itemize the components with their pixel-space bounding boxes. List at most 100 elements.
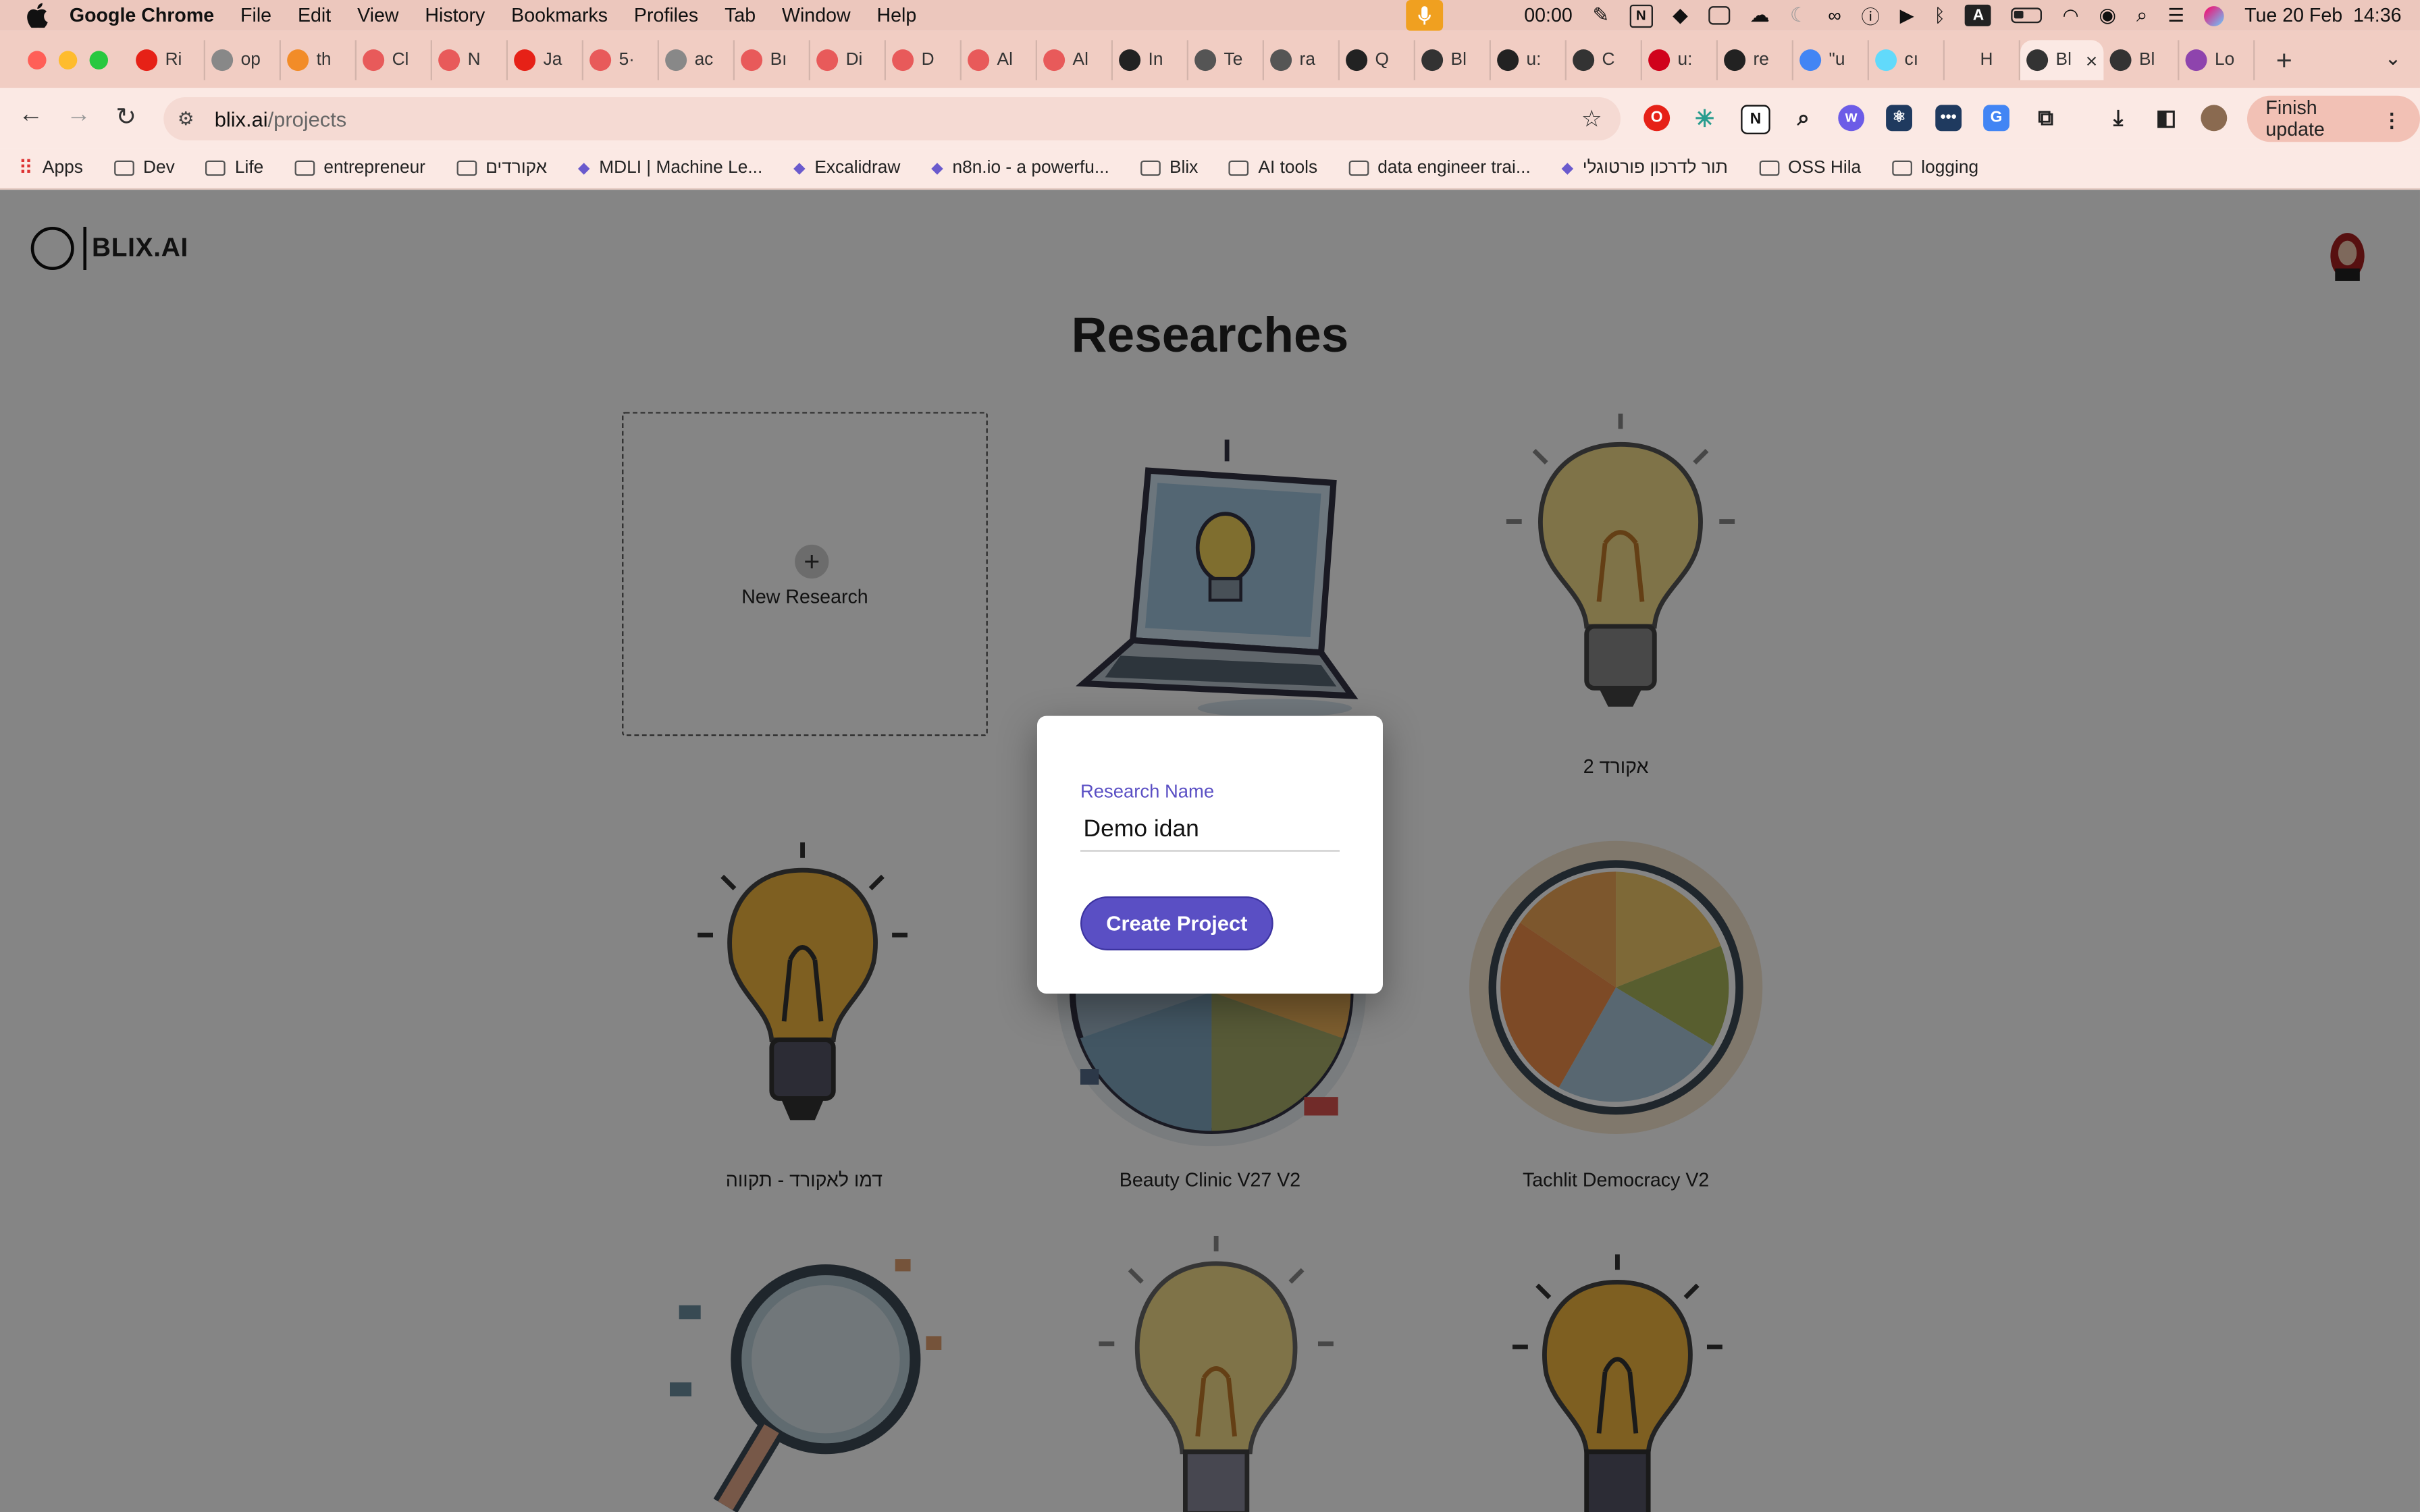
tab[interactable]: Bı [735, 40, 810, 80]
notion-icon[interactable]: N [1629, 3, 1653, 27]
elephant-icon[interactable]: ◆ [1673, 3, 1688, 28]
extensions-puzzle-icon[interactable]: ⧉ [2032, 105, 2059, 131]
tab[interactable]: Al [962, 40, 1037, 80]
tab[interactable]: Cl [357, 40, 432, 80]
new-tab-button[interactable]: + [2264, 44, 2304, 76]
bookmark-item[interactable]: ◆ Excalidraw [793, 159, 900, 177]
more-menu-icon[interactable]: ⋮ [2382, 107, 2402, 130]
bookmark-item[interactable]: OSS Hila [1758, 159, 1861, 178]
tab[interactable]: 5· [583, 40, 659, 80]
control-center-icon[interactable]: ☰ [2167, 5, 2184, 26]
menu-history[interactable]: History [425, 5, 485, 26]
tab[interactable]: u: [1491, 40, 1567, 80]
create-project-button[interactable]: Create Project [1080, 896, 1273, 950]
search-icon[interactable]: ⌕ [2136, 3, 2148, 28]
bluetooth-icon[interactable]: ᛒ [1934, 5, 1945, 26]
menu-app-name[interactable]: Google Chrome [70, 5, 214, 26]
research-name-input[interactable] [1080, 808, 1340, 852]
bookmark-item[interactable]: ⠿ Apps [18, 156, 82, 181]
bookmark-item[interactable]: Life [205, 159, 263, 178]
notion-extension-icon[interactable]: N [1741, 105, 1770, 134]
sidebar-icon[interactable] [1708, 6, 1730, 25]
menu-file[interactable]: File [240, 5, 271, 26]
url-text[interactable]: blix.ai/projects [215, 107, 347, 130]
tab[interactable]: Bl [2103, 40, 2180, 80]
w-extension-icon[interactable]: w [1838, 105, 1865, 132]
tab[interactable]: Ri [130, 40, 205, 80]
bookmark-item[interactable]: logging [1891, 159, 1978, 178]
bookmark-item[interactable]: ◆ MDLI | Machine Le... [578, 159, 762, 177]
bookmark-item[interactable]: ◆ תור לדרכון פורטוגלי [1561, 159, 1727, 177]
glasses-icon[interactable]: ∞ [1828, 5, 1841, 26]
address-bar[interactable]: ⚙ blix.ai/projects ☆ [163, 97, 1621, 140]
minimize-window-button[interactable] [58, 51, 78, 70]
apple-icon[interactable] [26, 3, 48, 28]
bookmark-item[interactable]: ◆ n8n.io - a powerfu... [931, 159, 1109, 177]
profile-avatar-icon[interactable] [2201, 105, 2228, 132]
tab[interactable]: H [1945, 40, 2020, 80]
zoom-window-button[interactable] [89, 51, 108, 70]
tab[interactable]: N [432, 40, 508, 80]
tab[interactable]: re [1718, 40, 1793, 80]
forward-button[interactable]: → [66, 102, 91, 130]
user-icon[interactable]: ◉ [2099, 3, 2116, 28]
react-devtools-icon[interactable]: ⚛ [1886, 105, 1912, 132]
translate-extension-icon[interactable]: G [1983, 105, 2009, 132]
menu-profiles[interactable]: Profiles [634, 5, 698, 26]
bookmark-item[interactable]: data engineer trai... [1348, 159, 1531, 178]
tab[interactable]: ac [659, 40, 735, 80]
input-source-icon[interactable]: A [1965, 4, 1992, 26]
opera-extension-icon[interactable]: O [1643, 105, 1671, 132]
menu-bookmarks[interactable]: Bookmarks [511, 5, 608, 26]
tab[interactable]: Te [1188, 40, 1264, 80]
moon-icon[interactable]: ☾ [1790, 3, 1808, 28]
tab[interactable]: cı [1869, 40, 1945, 80]
weather-icon[interactable]: ☁ [1750, 3, 1770, 28]
menu-tab[interactable]: Tab [725, 5, 756, 26]
tab[interactable]: In [1113, 40, 1188, 80]
downloads-icon[interactable]: ⤓ [2105, 105, 2132, 131]
tab[interactable]: C [1567, 40, 1642, 80]
menu-window[interactable]: Window [782, 5, 851, 26]
bookmark-item[interactable]: Blix [1140, 159, 1198, 178]
tab-active[interactable]: Bl × [2020, 40, 2104, 80]
sparkle-extension-icon[interactable]: ✳ [1691, 105, 1718, 132]
tab[interactable]: "u [1793, 40, 1869, 80]
wifi-icon[interactable]: ◠ [2063, 5, 2079, 26]
tab[interactable]: Ja [508, 40, 583, 80]
clock-datetime[interactable]: Tue 20 Feb 14:36 [2244, 5, 2401, 26]
menu-view[interactable]: View [357, 5, 398, 26]
close-tab-icon[interactable]: × [2086, 49, 2097, 72]
side-panel-icon[interactable]: ◧ [2153, 105, 2180, 131]
bookmark-star-icon[interactable]: ☆ [1581, 105, 1602, 133]
tab[interactable]: u: [1642, 40, 1718, 80]
search-extension-icon[interactable]: ⌕ [1790, 105, 1816, 131]
finish-update-button[interactable]: Finish update ⋮ [2246, 95, 2420, 142]
reload-button[interactable]: ↻ [115, 102, 136, 133]
menu-help[interactable]: Help [876, 5, 916, 26]
tab[interactable]: D [886, 40, 962, 80]
tab[interactable]: ra [1264, 40, 1340, 80]
close-window-button[interactable] [28, 51, 47, 70]
tab[interactable]: th [281, 40, 357, 80]
bookmark-item[interactable]: AI tools [1229, 159, 1317, 178]
back-button[interactable]: ← [18, 102, 43, 130]
battery-icon[interactable] [2011, 7, 2043, 24]
tab[interactable]: Di [810, 40, 886, 80]
bookmark-item[interactable]: אקורדים [456, 159, 547, 178]
bookmark-item[interactable]: entrepreneur [294, 159, 425, 178]
tab[interactable]: Al [1037, 40, 1113, 80]
tab[interactable]: Q [1340, 40, 1415, 80]
tab[interactable]: op [205, 40, 281, 80]
menu-edit[interactable]: Edit [298, 5, 331, 26]
tab[interactable]: Bl [1415, 40, 1491, 80]
play-icon[interactable]: ▶ [1900, 5, 1914, 26]
tab-search-icon[interactable]: ⌄ [2385, 47, 2402, 72]
accessibility-icon[interactable]: ⓘ [1861, 2, 1879, 28]
dots-extension-icon[interactable]: ••• [1935, 105, 1962, 132]
shortcuts-icon[interactable]: ✎ [1592, 3, 1609, 28]
microphone-icon[interactable] [1405, 0, 1443, 31]
bookmark-item[interactable]: Dev [113, 159, 175, 178]
siri-icon[interactable] [2204, 5, 2225, 26]
tab[interactable]: Lo [2179, 40, 2255, 80]
